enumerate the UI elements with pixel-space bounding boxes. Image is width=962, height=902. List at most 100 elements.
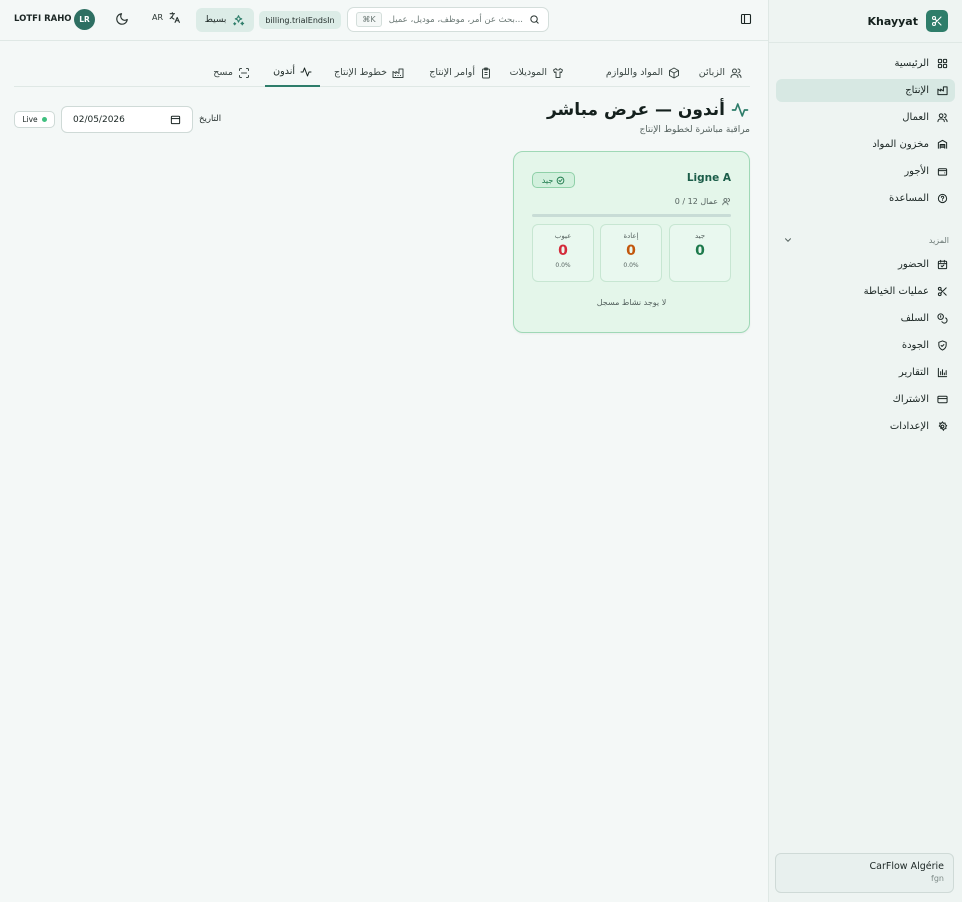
sidebar-item-sewing-operations[interactable]: عمليات الخياطة bbox=[776, 280, 955, 303]
tab-scan[interactable]: مسح bbox=[205, 58, 258, 87]
sidebar-item-label: التقارير bbox=[898, 367, 929, 378]
date-label: التاريخ bbox=[199, 114, 222, 124]
sidebar-item-production[interactable]: الإنتاج bbox=[776, 79, 955, 102]
chevron-down-icon bbox=[785, 238, 791, 242]
stat-value: 0 bbox=[626, 243, 636, 259]
production-line-card[interactable]: Ligne A جيد 0 / 12 عمال جيد 0 إعادة 0 0.… bbox=[513, 151, 750, 333]
wallet-icon bbox=[936, 166, 948, 178]
date-input[interactable]: 02/05/2026 bbox=[61, 106, 193, 133]
tab-label: الموديلات bbox=[509, 67, 547, 78]
sidebar-toggle-button[interactable] bbox=[740, 13, 752, 25]
search-placeholder: بحث عن أمر، موظف، موديل، عميل... bbox=[388, 14, 523, 25]
status-badge: جيد bbox=[532, 172, 575, 188]
factory-icon bbox=[392, 68, 404, 78]
sidebar-item-advances[interactable]: السلف bbox=[776, 307, 955, 330]
stat-pct: 0.0% bbox=[623, 262, 639, 269]
tab-andon[interactable]: أندون bbox=[265, 58, 320, 87]
sidebar-item-label: السلف bbox=[900, 313, 929, 324]
tab-models[interactable]: الموديلات bbox=[502, 58, 572, 87]
clipboard-icon bbox=[482, 67, 490, 78]
search-input[interactable]: ⌘K بحث عن أمر، موظف، موديل، عميل... bbox=[347, 7, 549, 32]
check-circle-icon bbox=[556, 176, 565, 184]
sidebar-item-wages[interactable]: الأجور bbox=[776, 160, 955, 183]
users-icon bbox=[936, 112, 948, 124]
sidebar-item-label: العمال bbox=[902, 112, 929, 123]
brand-logo[interactable] bbox=[926, 10, 948, 32]
org-name: CarFlow Algérie bbox=[869, 861, 944, 872]
language-switcher[interactable]: AR bbox=[152, 11, 181, 24]
workers-text: 0 / 12 عمال bbox=[674, 197, 718, 206]
sparkles-icon bbox=[233, 14, 245, 25]
stat-label: إعادة bbox=[623, 232, 639, 240]
sidebar-item-home[interactable]: الرئيسية bbox=[776, 52, 955, 75]
more-label: المزيد bbox=[928, 235, 949, 245]
panel-icon bbox=[740, 13, 752, 25]
tab-label: أوامر الإنتاج bbox=[429, 67, 475, 78]
activity-icon bbox=[731, 103, 749, 117]
organization-switcher[interactable]: CarFlow Algérie fgn bbox=[775, 853, 954, 893]
stat-pct: 0.0% bbox=[555, 262, 571, 269]
translate-icon bbox=[169, 12, 180, 23]
no-activity-message: لا يوجد نشاط مسجل bbox=[596, 298, 667, 307]
sidebar-header: Khayyat bbox=[769, 0, 962, 43]
workers-count: 0 / 12 عمال bbox=[675, 197, 731, 206]
date-value: 02/05/2026 bbox=[73, 114, 125, 125]
shield-check-icon bbox=[936, 340, 948, 352]
line-name: Ligne A bbox=[686, 172, 731, 184]
scissors-icon bbox=[931, 15, 942, 27]
coins-icon bbox=[936, 313, 948, 325]
sidebar-item-attendance[interactable]: الحضور bbox=[776, 253, 955, 276]
brand-name[interactable]: Khayyat bbox=[868, 15, 918, 28]
sidebar-item-label: الرئيسية bbox=[894, 58, 929, 69]
page-subtitle: مراقبة مباشرة لخطوط الإنتاج bbox=[639, 125, 750, 135]
package-icon bbox=[669, 67, 679, 78]
stat-defects: عيوب 0 0.0% bbox=[532, 224, 594, 282]
users-icon bbox=[722, 198, 730, 206]
stat-rework: إعادة 0 0.0% bbox=[600, 224, 662, 282]
activity-icon bbox=[300, 67, 312, 76]
sidebar-item-label: الأجور bbox=[904, 166, 929, 177]
sidebar-item-label: الحضور bbox=[898, 259, 929, 270]
org-sub: fgn bbox=[931, 874, 944, 883]
calendar-icon[interactable] bbox=[170, 114, 181, 125]
sidebar: Khayyat الرئيسية الإنتاج العمال مخزون ال… bbox=[768, 0, 962, 902]
avatar[interactable]: LR bbox=[74, 9, 95, 30]
tab-production-lines[interactable]: خطوط الإنتاج bbox=[326, 58, 412, 87]
sidebar-item-label: الجودة bbox=[901, 340, 929, 351]
sidebar-item-quality[interactable]: الجودة bbox=[776, 334, 955, 357]
user-name[interactable]: LOTFI RAHO bbox=[14, 14, 72, 24]
tab-label: أندون bbox=[273, 66, 295, 77]
language-code: AR bbox=[152, 13, 164, 22]
sidebar-item-label: عمليات الخياطة bbox=[863, 286, 929, 297]
search-shortcut: ⌘K bbox=[356, 12, 382, 27]
plan-badge[interactable]: بسيط bbox=[196, 8, 254, 32]
stat-good: جيد 0 bbox=[669, 224, 731, 282]
stat-value: 0 bbox=[558, 243, 568, 259]
billing-badge[interactable]: billing.trialEndsIn bbox=[259, 11, 341, 29]
dashboard-icon bbox=[936, 58, 948, 70]
credit-card-icon bbox=[936, 394, 948, 406]
help-icon bbox=[936, 193, 948, 205]
top-bar: LOTFI RAHO LR AR بسيط billing.trialEndsI… bbox=[0, 0, 768, 41]
more-section-toggle[interactable]: المزيد bbox=[783, 232, 949, 248]
settings-icon bbox=[936, 421, 948, 433]
sidebar-item-label: المساعدة bbox=[888, 193, 929, 204]
sidebar-item-materials-stock[interactable]: مخزون المواد bbox=[776, 133, 955, 156]
stat-label: جيد bbox=[694, 232, 706, 240]
tab-customers[interactable]: الزبائن bbox=[691, 58, 750, 87]
stat-value: 0 bbox=[695, 243, 705, 259]
sidebar-item-help[interactable]: المساعدة bbox=[776, 187, 955, 210]
sidebar-item-workers[interactable]: العمال bbox=[776, 106, 955, 129]
live-dot bbox=[41, 117, 47, 122]
live-label: Live bbox=[22, 115, 38, 124]
tab-materials[interactable]: المواد واللوازم bbox=[598, 58, 688, 87]
sidebar-item-subscription[interactable]: الاشتراك bbox=[776, 388, 955, 411]
status-label: جيد bbox=[541, 175, 554, 185]
live-badge: Live bbox=[14, 111, 55, 128]
sidebar-item-reports[interactable]: التقارير bbox=[776, 361, 955, 384]
search-icon bbox=[530, 15, 539, 24]
dark-mode-toggle[interactable] bbox=[115, 12, 129, 26]
moon-icon bbox=[116, 13, 128, 25]
tab-production-orders[interactable]: أوامر الإنتاج bbox=[421, 58, 500, 87]
sidebar-item-settings[interactable]: الإعدادات bbox=[776, 415, 955, 438]
